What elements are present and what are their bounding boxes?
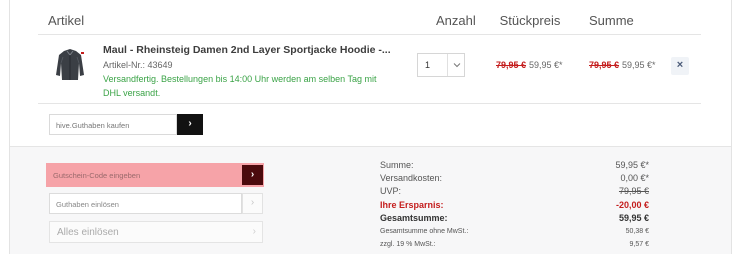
chevron-right-icon: › — [188, 118, 192, 129]
summary-savings-value: -20,00 € — [615, 200, 649, 210]
chevron-down-icon — [451, 58, 463, 72]
summary-subtotal-value: 59,95 €* — [615, 160, 649, 170]
summary-vat-value: 9,57 € — [629, 241, 649, 248]
summary-rrp-value: 79,95 € — [618, 186, 649, 196]
summary-subtotal-label: Summe: — [380, 160, 414, 170]
chevron-right-icon: › — [250, 169, 255, 180]
line-total: 79,95 €59,95 €* — [589, 60, 656, 70]
credit-redeem-input[interactable]: Guthaben einlösen — [49, 193, 242, 214]
unit-price-new: 59,95 €* — [529, 60, 563, 70]
close-icon: × — [676, 59, 684, 71]
summary-shipping-label: Versandkosten: — [380, 173, 443, 183]
product-image[interactable] — [50, 45, 90, 85]
quantity-value: 1 — [425, 60, 431, 70]
unit-price-old: 79,95 € — [496, 60, 527, 70]
credit-submit-button[interactable]: › — [242, 193, 263, 214]
column-header-unit-price: Stückpreis — [499, 13, 561, 28]
summary-grand-total-label: Gesamtsumme: — [380, 213, 448, 223]
gift-card-input[interactable]: hive.Guthaben kaufen — [49, 114, 177, 135]
column-header-quantity: Anzahl — [436, 13, 476, 28]
summary-shipping-value: 0,00 €* — [620, 173, 649, 183]
summary-vat-label: zzgl. 19 % MwSt.: — [380, 241, 436, 248]
summary-rrp-label: UVP: — [380, 186, 402, 196]
article-number: Artikel-Nr.: 43649 — [103, 60, 173, 70]
quantity-divider — [447, 54, 448, 76]
summary-savings-label: Ihre Ersparnis: — [380, 200, 444, 210]
column-header-total: Summe — [589, 13, 634, 28]
redeem-all-button[interactable]: Alles einlösen › — [49, 221, 263, 243]
line-total-new: 59,95 €* — [622, 60, 656, 70]
unit-price: 79,95 €59,95 €* — [496, 60, 563, 70]
summary-grand-total-value: 59,95 € — [618, 213, 649, 223]
product-title-link[interactable]: Maul - Rheinsteig Damen 2nd Layer Sportj… — [103, 44, 391, 56]
quantity-select[interactable]: 1 — [417, 53, 465, 77]
voucher-submit-button[interactable]: › — [242, 165, 263, 185]
summary-net-value: 50,38 € — [625, 228, 649, 235]
row-divider — [38, 103, 701, 104]
chevron-right-icon: › — [250, 197, 255, 208]
voucher-code-input[interactable]: Gutschein-Code eingeben — [46, 163, 242, 187]
shipping-note: Versandfertig. Bestellungen bis 14:00 Uh… — [103, 74, 377, 98]
header-divider — [38, 34, 701, 35]
summary-net-label: Gesamtsumme ohne MwSt.: — [380, 228, 469, 235]
chevron-right-icon: › — [252, 226, 256, 237]
redeem-all-label: Alles einlösen — [57, 227, 119, 238]
line-total-old: 79,95 € — [589, 60, 620, 70]
gift-card-submit-button[interactable]: › — [177, 114, 203, 135]
column-header-article: Artikel — [48, 13, 85, 28]
remove-item-button[interactable]: × — [671, 57, 689, 75]
